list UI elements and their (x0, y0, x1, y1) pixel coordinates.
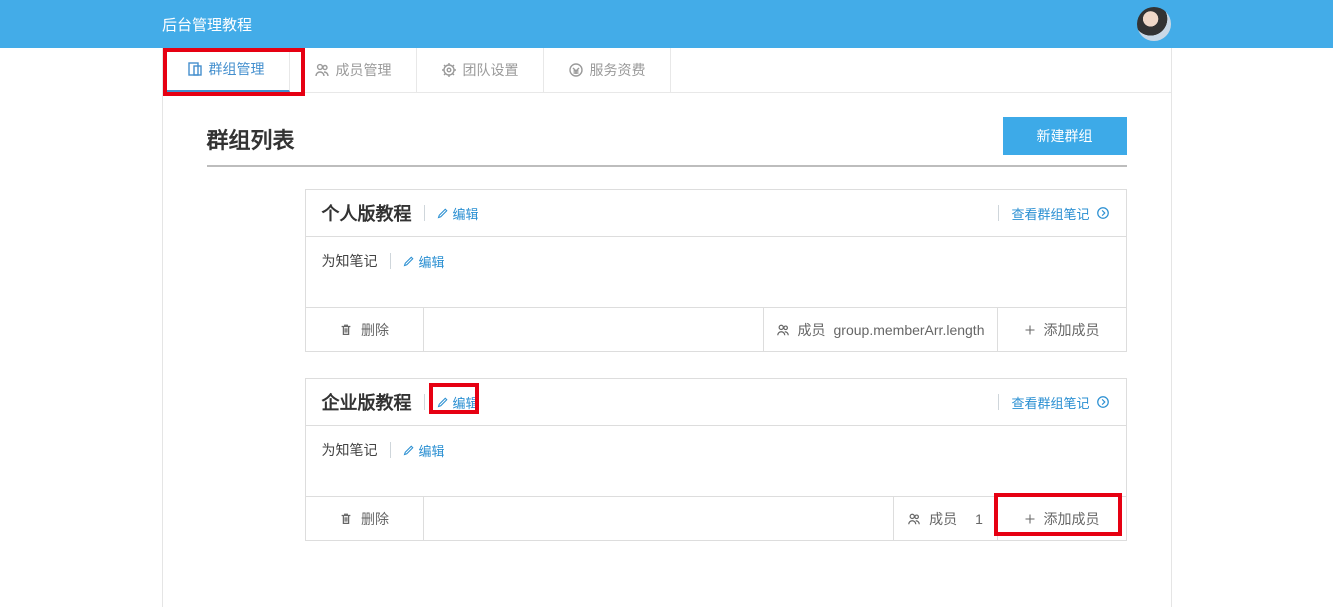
highlight-box (429, 383, 479, 414)
divider (390, 442, 391, 458)
arrow-right-icon (1096, 395, 1110, 409)
members-count-value: 1 (975, 511, 983, 527)
edit-subgroup-link[interactable]: 编辑 (403, 441, 445, 460)
tab-label: 群组管理 (209, 59, 265, 79)
view-notes-link[interactable]: 查看群组笔记 (992, 204, 1109, 223)
divider (424, 394, 425, 410)
add-member-label: 添加成员 (1044, 320, 1100, 340)
billing-icon (568, 62, 584, 78)
trash-icon (339, 512, 353, 526)
app-title: 后台管理教程 (162, 14, 252, 35)
footer-spacer (424, 497, 894, 540)
card-footer: 删除 成员 group.memberArr.length 添加成员 (306, 307, 1126, 351)
delete-label: 删除 (361, 320, 389, 340)
trash-icon (339, 323, 353, 337)
group-card: 个人版教程 编辑 查看群组笔记 (305, 189, 1127, 352)
view-notes-label: 查看群组笔记 (1011, 204, 1089, 223)
members-icon (314, 62, 330, 78)
view-notes-label: 查看群组笔记 (1011, 393, 1089, 412)
subgroup-name: 为知笔记 (322, 251, 378, 271)
members-count: 成员 1 (894, 497, 998, 540)
edit-icon (437, 207, 449, 219)
members-icon (907, 512, 921, 526)
groups-icon (187, 61, 203, 77)
card-header: 个人版教程 编辑 查看群组笔记 (306, 190, 1126, 237)
subgroup-name: 为知笔记 (322, 440, 378, 460)
new-group-button[interactable]: 新建群组 (1003, 117, 1127, 155)
edit-label: 编辑 (419, 252, 445, 271)
members-count: 成员 group.memberArr.length (764, 308, 998, 351)
tab-label: 团队设置 (463, 60, 519, 80)
group-name: 企业版教程 (322, 389, 412, 415)
members-prefix: 成员 (798, 320, 826, 340)
tab-label: 服务资费 (590, 60, 646, 80)
edit-icon (403, 255, 415, 267)
topbar: 后台管理教程 (0, 0, 1333, 48)
group-name: 个人版教程 (322, 200, 412, 226)
avatar[interactable] (1137, 7, 1171, 41)
footer-spacer (424, 308, 764, 351)
edit-icon (403, 444, 415, 456)
divider (998, 205, 999, 221)
edit-label: 编辑 (419, 441, 445, 460)
members-icon (776, 323, 790, 337)
page-title: 群组列表 (207, 123, 295, 155)
delete-button[interactable]: 删除 (306, 497, 424, 540)
add-member-button[interactable]: 添加成员 (998, 308, 1126, 351)
delete-label: 删除 (361, 509, 389, 529)
tab-billing[interactable]: 服务资费 (544, 48, 671, 92)
arrow-right-icon (1096, 206, 1110, 220)
tab-groups[interactable]: 群组管理 (163, 48, 290, 92)
delete-button[interactable]: 删除 (306, 308, 424, 351)
card-body: 为知笔记 编辑 (306, 426, 1126, 496)
divider (998, 394, 999, 410)
members-count-value: group.memberArr.length (834, 322, 985, 338)
members-prefix: 成员 (929, 509, 957, 529)
card-body: 为知笔记 编辑 (306, 237, 1126, 307)
edit-subgroup-link[interactable]: 编辑 (403, 252, 445, 271)
highlight-box (994, 493, 1122, 536)
tab-members[interactable]: 成员管理 (290, 48, 417, 92)
edit-label: 编辑 (453, 204, 479, 223)
tab-label: 成员管理 (336, 60, 392, 80)
settings-icon (441, 62, 457, 78)
header-row: 群组列表 新建群组 (207, 117, 1127, 167)
tab-team-settings[interactable]: 团队设置 (417, 48, 544, 92)
plus-icon (1024, 324, 1036, 336)
edit-group-link[interactable]: 编辑 (437, 204, 479, 223)
divider (424, 205, 425, 221)
divider (390, 253, 391, 269)
view-notes-link[interactable]: 查看群组笔记 (992, 393, 1109, 412)
tabs: 群组管理 成员管理 团队设置 服务资费 (163, 48, 1171, 93)
